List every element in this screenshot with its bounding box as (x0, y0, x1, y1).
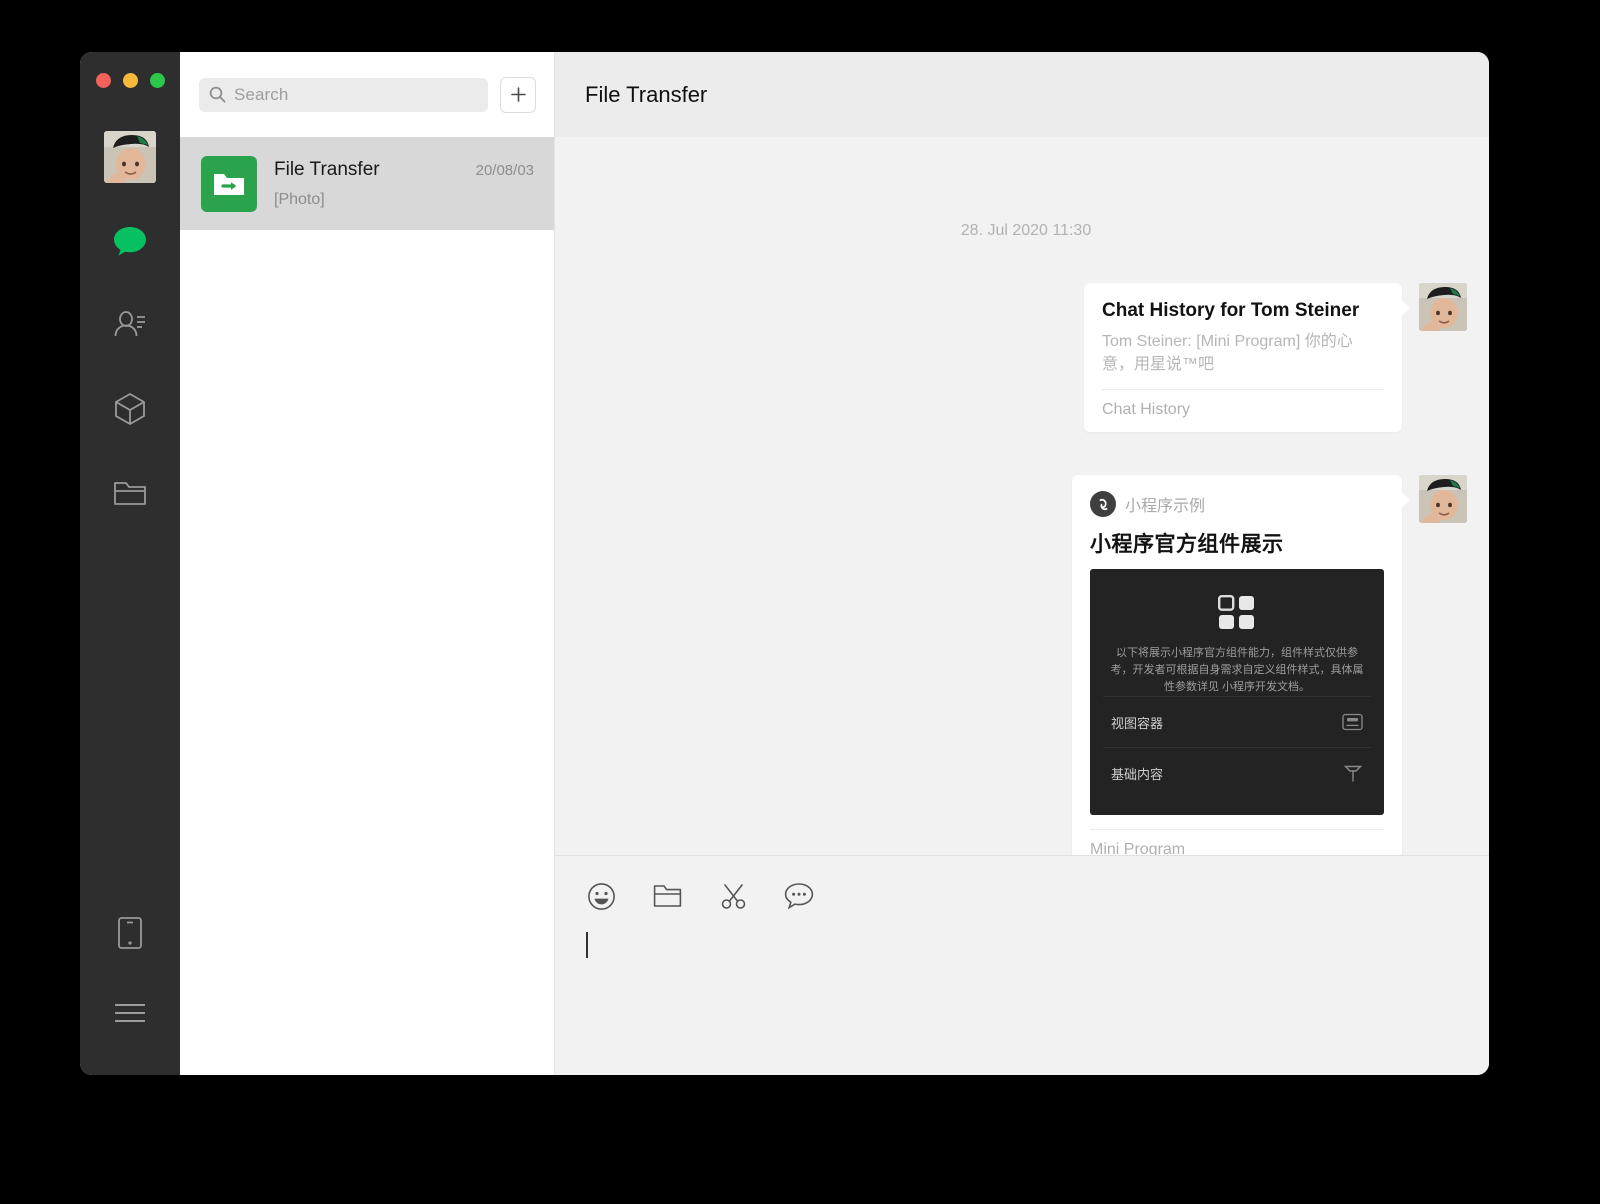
message-row-mini-program: 小程序示例 小程序官方组件展示 以下将展示小程序官方组件能 (585, 475, 1467, 855)
chat-bubble-icon (113, 225, 147, 257)
chat-history-snippet: Tom Steiner: [Mini Program] 你的心意，用星说™吧 (1102, 330, 1384, 376)
conversation-preview: [Photo] (274, 191, 534, 209)
text-caret (586, 932, 588, 958)
conversation-body: File Transfer 20/08/03 [Photo] (274, 159, 534, 209)
list-header: Search (180, 52, 554, 137)
mini-program-footer-label: Mini Program (1090, 830, 1384, 855)
conversation-title: File Transfer (274, 159, 380, 181)
chat-pane: File Transfer 28. Jul 2020 11:30 Chat Hi… (555, 52, 1489, 1075)
search-input[interactable]: Search (199, 78, 488, 112)
text-content-glyph (1343, 764, 1363, 783)
traffic-lights (96, 73, 165, 88)
mini-program-badge-icon (1090, 491, 1116, 517)
mini-program-preview: 以下将展示小程序官方组件能力，组件样式仅供参考，开发者可根据自身需求自定义组件样… (1090, 569, 1384, 815)
mini-program-glyph-icon (1095, 496, 1112, 513)
emoji-button[interactable] (583, 878, 619, 914)
mini-program-item-label: 视图容器 (1111, 713, 1163, 732)
sidebar-item-files[interactable] (104, 467, 156, 519)
folder-icon (653, 883, 682, 909)
scissors-icon (719, 882, 748, 911)
view-container-icon (1342, 713, 1363, 731)
navigation-rail (80, 52, 180, 1075)
search-placeholder: Search (234, 85, 288, 105)
rail-bottom-group (80, 907, 180, 1039)
sidebar-item-chats[interactable] (104, 215, 156, 267)
search-icon (209, 86, 226, 103)
conversation-list-pane: Search File Transfer 20/08/ (180, 52, 555, 1075)
message-input[interactable] (583, 930, 1489, 1050)
close-window-button[interactable] (96, 73, 111, 88)
sidebar-item-contacts[interactable] (104, 299, 156, 351)
avatar[interactable] (1419, 475, 1467, 523)
mini-program-source-label: 小程序示例 (1125, 492, 1205, 516)
screenshot-button[interactable] (715, 878, 751, 914)
conversation-list-empty-area (180, 230, 554, 1075)
message-row-chat-history: Chat History for Tom Steiner Tom Steiner… (585, 283, 1467, 432)
conversation-timestamp: 20/08/03 (476, 162, 534, 179)
conversation-primary-line: File Transfer 20/08/03 (274, 159, 534, 181)
plus-icon (509, 85, 528, 104)
mini-program-card[interactable]: 小程序示例 小程序官方组件展示 以下将展示小程序官方组件能 (1072, 475, 1402, 855)
mini-program-list-item-view-container[interactable]: 视图容器 (1103, 696, 1371, 747)
cube-icon (113, 392, 147, 426)
chat-header: File Transfer (555, 52, 1489, 137)
folder-icon (113, 478, 147, 508)
chat-history-card[interactable]: Chat History for Tom Steiner Tom Steiner… (1084, 283, 1402, 432)
smiley-icon (587, 882, 616, 911)
avatar[interactable] (104, 131, 156, 183)
file-transfer-icon (212, 170, 246, 198)
mini-program-description: 以下将展示小程序官方组件能力，组件样式仅供参考，开发者可根据自身需求自定义组件样… (1110, 645, 1364, 696)
avatar-photo (1419, 475, 1467, 523)
grid-squares-icon (1090, 595, 1384, 629)
contacts-icon (113, 309, 147, 341)
app-window: Search File Transfer 20/08/ (80, 52, 1489, 1075)
conversation-avatar (201, 156, 257, 212)
mini-program-header: 小程序示例 (1090, 491, 1384, 517)
text-content-icon (1343, 764, 1363, 783)
hamburger-menu-icon (113, 1001, 147, 1025)
avatar-photo (1419, 283, 1467, 331)
page-title: File Transfer (585, 82, 707, 108)
mini-program-list-item-basic-content[interactable]: 基础内容 (1103, 747, 1371, 798)
message-list: 28. Jul 2020 11:30 Chat History for Tom … (555, 137, 1489, 855)
list-item[interactable]: File Transfer 20/08/03 [Photo] (180, 137, 554, 230)
chat-history-footer-label: Chat History (1102, 390, 1384, 432)
add-chat-button[interactable] (500, 77, 536, 113)
mini-program-title: 小程序官方组件展示 (1090, 528, 1384, 558)
avatar-photo (104, 131, 156, 183)
view-container-glyph (1342, 713, 1363, 731)
sidebar-item-mini-programs[interactable] (104, 383, 156, 435)
chat-history-title: Chat History for Tom Steiner (1102, 299, 1384, 323)
minimize-window-button[interactable] (123, 73, 138, 88)
zoom-window-button[interactable] (150, 73, 165, 88)
file-button[interactable] (649, 878, 685, 914)
avatar[interactable] (1419, 283, 1467, 331)
grid-squares-glyph (1218, 595, 1256, 629)
chat-history-button[interactable] (781, 878, 817, 914)
day-timestamp: 28. Jul 2020 11:30 (585, 222, 1467, 240)
sidebar-item-phone[interactable] (104, 907, 156, 959)
sidebar-item-menu[interactable] (104, 987, 156, 1039)
composer-toolbar (583, 878, 1489, 914)
mini-program-item-label: 基础内容 (1111, 764, 1163, 783)
message-composer (555, 855, 1489, 1075)
chat-dots-icon (784, 882, 814, 910)
mobile-icon (117, 916, 143, 950)
